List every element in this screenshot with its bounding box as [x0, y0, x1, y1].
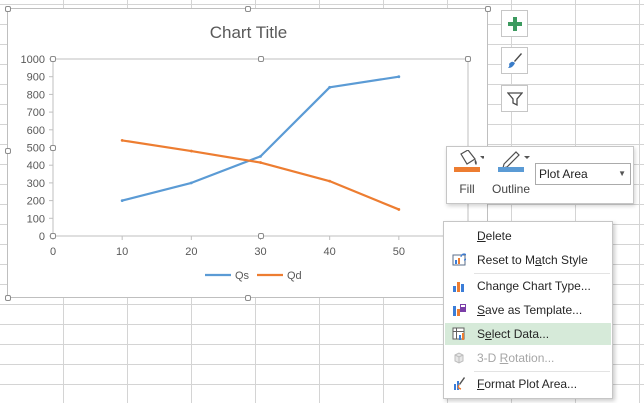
- menu-separator: [474, 273, 610, 274]
- fill-button[interactable]: Fill: [450, 148, 484, 198]
- menu-item-save-as-template[interactable]: Save as Template...: [445, 299, 611, 321]
- outline-button[interactable]: Outline: [490, 148, 532, 198]
- x-tick-label: 30: [254, 246, 266, 258]
- chart-elements-button[interactable]: [501, 10, 528, 37]
- series-line-qs[interactable]: [121, 75, 400, 202]
- y-tick-label: 500: [27, 143, 45, 155]
- save-template-icon: [453, 304, 466, 316]
- menu-item-select-data[interactable]: Select Data...: [445, 323, 611, 345]
- menu-item-3d-rotation[interactable]: 3-D Rotation...: [445, 347, 611, 369]
- menu-separator: [474, 371, 610, 372]
- data-point-qs[interactable]: [259, 154, 262, 158]
- chart-resize-handle[interactable]: [245, 6, 251, 12]
- select-data-icon: [452, 327, 465, 340]
- y-tick-label: 600: [27, 125, 45, 137]
- y-tick-label: 100: [27, 213, 45, 225]
- chevron-down-icon: ▼: [618, 169, 626, 178]
- chart-resize-handle[interactable]: [5, 148, 11, 154]
- outline-color-swatch: [498, 167, 524, 172]
- data-point-qs[interactable]: [120, 199, 124, 203]
- chart-element-select-value: Plot Area: [539, 167, 588, 181]
- plot-area-border[interactable]: [52, 58, 469, 237]
- chart-object[interactable]: Chart Title 0 100 200 300 400 500 600 700 800 900…: [5, 6, 491, 301]
- format-plot-area-icon: [454, 377, 465, 390]
- y-tick-label: 200: [27, 196, 45, 208]
- paintbrush-icon: [507, 52, 522, 68]
- menu-item-label: Save as Template...: [477, 303, 583, 317]
- data-point-qd[interactable]: [120, 139, 124, 142]
- x-tick-label: 50: [393, 246, 405, 258]
- rotation-3d-icon: [454, 352, 464, 364]
- legend-label-qs[interactable]: Qs: [235, 270, 250, 282]
- x-tick-label: 0: [50, 246, 56, 258]
- plus-icon: [507, 16, 522, 31]
- fill-label: Fill: [459, 182, 475, 196]
- plot-area-handle[interactable]: [50, 56, 56, 62]
- plot-area-handle[interactable]: [50, 145, 56, 151]
- chart-styles-button[interactable]: [501, 47, 528, 74]
- y-tick-label: 800: [27, 89, 45, 101]
- series-line-qd[interactable]: [121, 139, 400, 211]
- plot-area-handle[interactable]: [258, 233, 264, 239]
- plot-area[interactable]: 0 100 200 300 400 500 600 700 800 900 1000 0 10 20 30 4…: [8, 9, 489, 299]
- y-tick-label: 400: [27, 160, 45, 172]
- data-point-qd[interactable]: [328, 179, 332, 183]
- menu-item-format-plot-area[interactable]: Format Plot Area...: [445, 373, 611, 395]
- menu-item-label: Select Data...: [477, 327, 550, 341]
- chart-resize-handle[interactable]: [485, 6, 491, 12]
- data-point-qd[interactable]: [259, 161, 262, 164]
- plot-area-handle[interactable]: [258, 56, 264, 62]
- fill-color-swatch: [454, 167, 480, 172]
- filter-icon: [506, 91, 523, 106]
- x-tick-label: 40: [324, 246, 336, 258]
- data-point-qs[interactable]: [397, 75, 401, 79]
- chart-resize-handle[interactable]: [5, 295, 11, 301]
- chart-resize-handle[interactable]: [245, 295, 251, 301]
- data-point-qd[interactable]: [189, 149, 193, 153]
- y-tick-label: 700: [27, 107, 45, 119]
- chart-element-select[interactable]: Plot Area ▼: [535, 163, 631, 185]
- data-point-qs[interactable]: [328, 85, 332, 89]
- menu-item-label: Reset to Match Style: [477, 253, 588, 267]
- outline-label: Outline: [491, 182, 531, 196]
- data-point-qd[interactable]: [397, 208, 401, 211]
- menu-item-reset-to-match-style[interactable]: Reset to Match Style: [445, 249, 611, 271]
- y-tick-label: 1000: [21, 54, 45, 66]
- y-tick-label: 900: [27, 72, 45, 84]
- x-tick-label: 10: [116, 246, 128, 258]
- plot-area-handle[interactable]: [50, 233, 56, 239]
- y-tick-label: 300: [27, 178, 45, 190]
- menu-item-label: Format Plot Area...: [477, 377, 578, 391]
- chart-type-icon: [453, 282, 464, 292]
- menu-item-change-chart-type[interactable]: Change Chart Type...: [445, 275, 611, 297]
- context-menu: Delete Reset to Match Style Change Chart…: [443, 221, 613, 399]
- menu-item-label: Change Chart Type...: [477, 279, 591, 293]
- menu-item-delete[interactable]: Delete: [445, 225, 611, 247]
- menu-item-label: Delete: [477, 229, 512, 243]
- menu-item-label: 3-D Rotation...: [477, 351, 555, 365]
- chart-resize-handle[interactable]: [5, 6, 11, 12]
- x-tick-label: 20: [185, 246, 197, 258]
- legend-label-qd[interactable]: Qd: [287, 270, 302, 282]
- data-point-qs[interactable]: [189, 181, 193, 185]
- y-tick-label: 0: [39, 231, 45, 243]
- plot-area-handle[interactable]: [465, 56, 471, 62]
- reset-style-icon: [452, 253, 466, 266]
- chart-filters-button[interactable]: [501, 85, 528, 112]
